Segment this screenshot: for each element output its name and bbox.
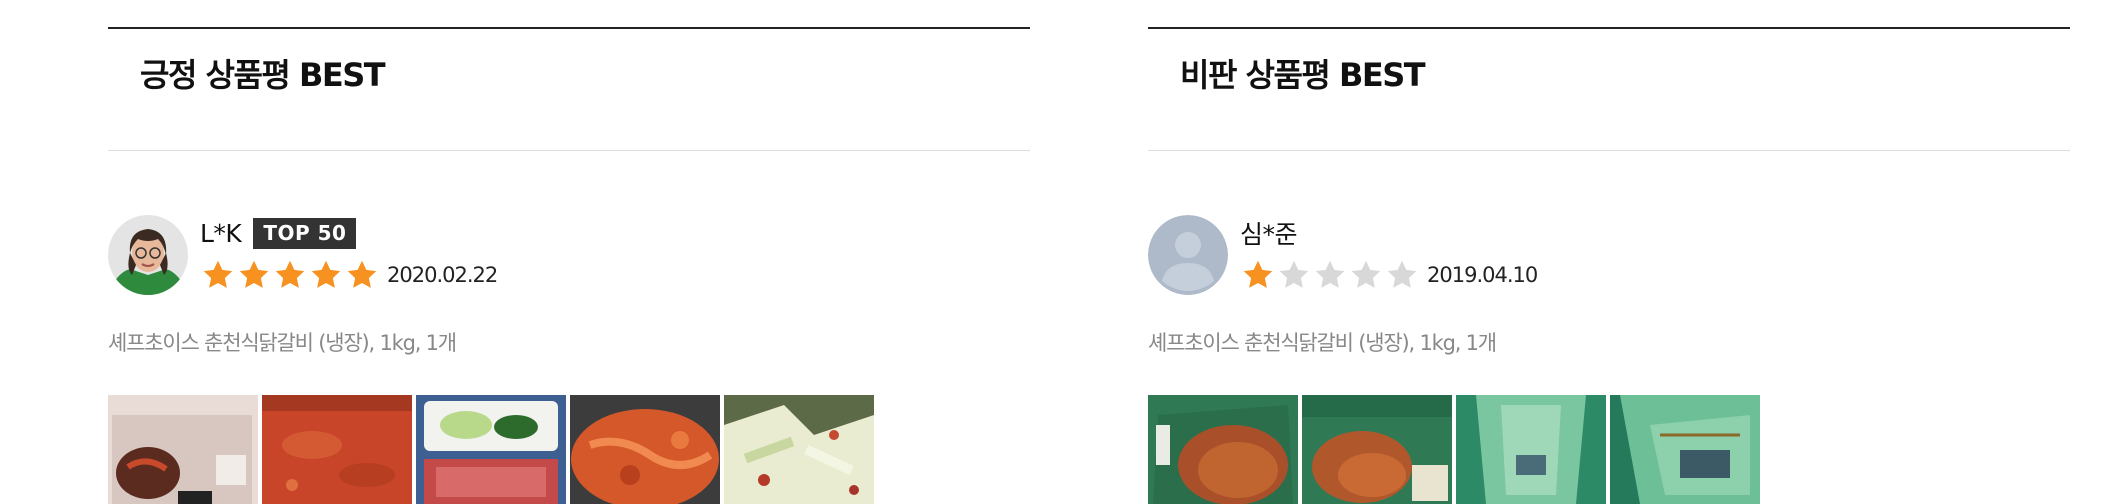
star-filled-icon (272, 257, 308, 293)
star-filled-icon (236, 257, 272, 293)
reviewer-info: 심*준 (1240, 217, 1298, 249)
review-date: 2020.02.22 (387, 263, 498, 287)
star-empty-icon (1384, 257, 1420, 293)
negative-review-title: 비판 상품평 BEST (1180, 56, 1426, 94)
positive-review-title: 긍정 상품평 BEST (140, 56, 386, 94)
rating-row: 2019.04.10 (1240, 257, 1538, 293)
reviewer-name: 심*준 (1240, 220, 1298, 249)
review-photo-thumbnail[interactable] (724, 395, 874, 504)
star-empty-icon (1348, 257, 1384, 293)
star-empty-icon (1312, 257, 1348, 293)
review-photo-thumbnail[interactable] (570, 395, 720, 504)
default-avatar-icon[interactable] (1148, 215, 1228, 295)
review-date: 2019.04.10 (1427, 263, 1538, 287)
star-rating (200, 257, 380, 293)
section-divider (108, 150, 1030, 151)
review-photo-thumbnail[interactable] (416, 395, 566, 504)
rating-row: 2020.02.22 (200, 257, 498, 293)
product-option: 셰프초이스 춘천식닭갈비 (냉장), 1kg, 1개 (108, 331, 457, 355)
section-top-rule (1148, 27, 2070, 29)
positive-review-panel: 긍정 상품평 BEST L*K TOP 50 2020.02.22 셰프초이스 … (108, 0, 1030, 504)
reviewer-name: L*K (200, 218, 242, 248)
section-top-rule (108, 27, 1030, 29)
review-photo-thumbnail[interactable] (108, 395, 258, 504)
star-filled-icon (1240, 257, 1276, 293)
section-divider (1148, 150, 2070, 151)
top-reviewer-badge: TOP 50 (253, 217, 357, 249)
review-photo-thumbnail[interactable] (1302, 395, 1452, 504)
star-filled-icon (200, 257, 236, 293)
star-filled-icon (344, 257, 380, 293)
review-photo-thumbnail[interactable] (262, 395, 412, 504)
star-filled-icon (308, 257, 344, 293)
product-option: 셰프초이스 춘천식닭갈비 (냉장), 1kg, 1개 (1148, 331, 1497, 355)
avatar[interactable] (108, 215, 188, 295)
review-photo-thumbnail[interactable] (1456, 395, 1606, 504)
review-photo-thumbnail[interactable] (1610, 395, 1760, 504)
star-empty-icon (1276, 257, 1312, 293)
review-photos (1148, 395, 1760, 504)
star-rating (1240, 257, 1420, 293)
review-photo-thumbnail[interactable] (1148, 395, 1298, 504)
review-card: 심*준 2019.04.10 셰프초이스 춘천식닭갈비 (냉장), 1kg, 1… (1148, 215, 2070, 504)
reviewer-info: L*K TOP 50 (200, 217, 357, 249)
review-card: L*K TOP 50 2020.02.22 셰프초이스 춘천식닭갈비 (냉장),… (108, 215, 1030, 504)
negative-review-panel: 비판 상품평 BEST 심*준 2019.04.10 셰프초이스 춘천식닭갈비 … (1148, 0, 2070, 504)
review-photos (108, 395, 874, 504)
